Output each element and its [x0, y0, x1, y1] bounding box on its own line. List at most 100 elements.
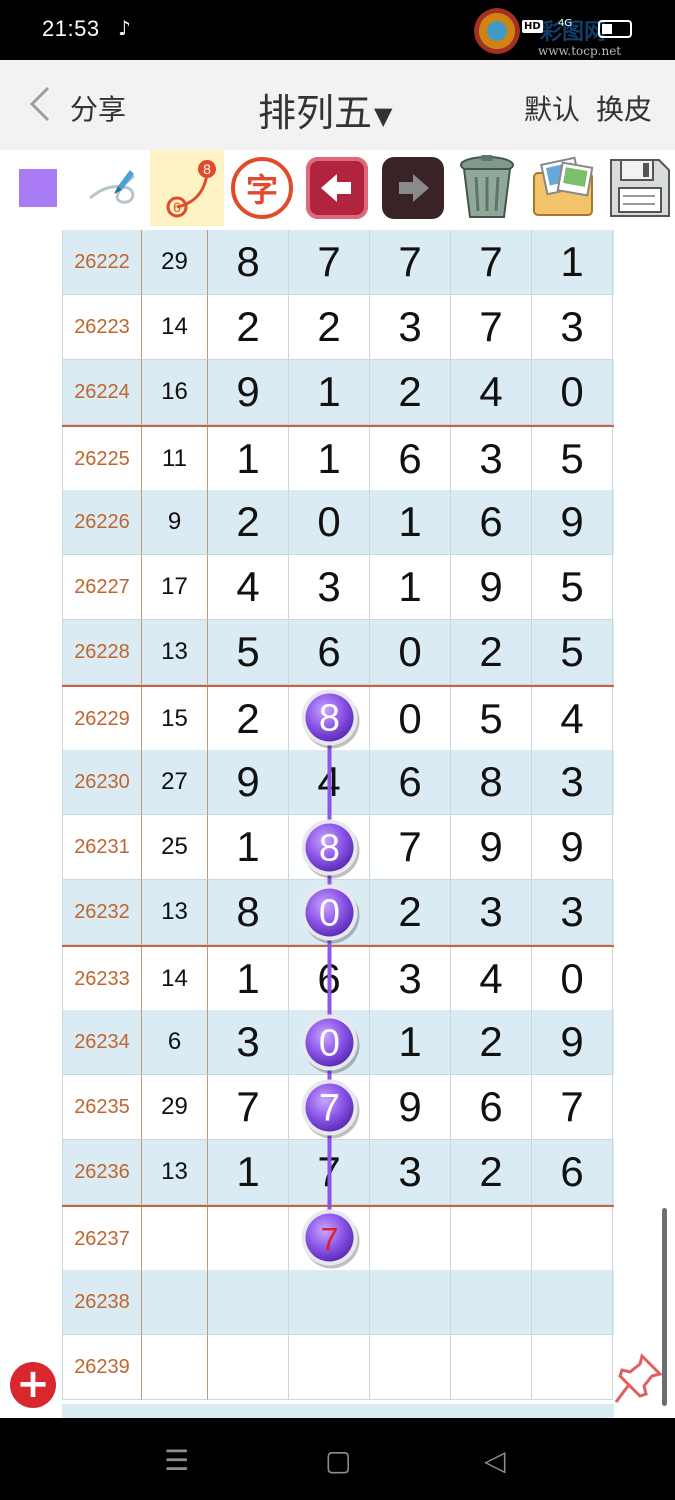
digit-cell[interactable]: 3 — [532, 880, 613, 945]
digit-cell[interactable] — [208, 1270, 289, 1335]
digit-cell[interactable]: 6 — [370, 750, 451, 815]
digit-cell[interactable]: 7 — [370, 815, 451, 880]
digit-cell[interactable]: 6 — [451, 1075, 532, 1140]
digit-cell[interactable]: 4 — [451, 360, 532, 425]
digit-cell[interactable]: 2 — [451, 620, 532, 685]
table-row[interactable]: 262291528054 — [62, 685, 614, 752]
default-button[interactable]: 默认 — [524, 88, 580, 128]
digit-cell[interactable]: 0 — [289, 490, 370, 555]
digit-cell[interactable]: 8 — [208, 230, 289, 295]
digit-cell[interactable]: 2 — [289, 295, 370, 360]
table-row[interactable]: 26222 29 8 7 7 7 1 — [62, 230, 614, 295]
digit-cell[interactable]: 0 — [532, 360, 613, 425]
screenshot-button[interactable] — [526, 150, 600, 226]
back-chevron-icon[interactable] — [24, 84, 58, 124]
digit-cell[interactable]: 7 — [451, 295, 532, 360]
table-row[interactable]: 26228 13 5 6 0 2 5 — [62, 620, 614, 685]
digit-cell[interactable]: 0 — [289, 1010, 370, 1075]
table-row[interactable]: 26238 — [62, 1270, 614, 1335]
digit-cell[interactable]: 5 — [532, 555, 613, 620]
table-row[interactable]: 26227 17 4 3 1 9 5 — [62, 555, 614, 620]
digit-cell[interactable]: 7 — [451, 230, 532, 295]
text-tool-button[interactable]: 字 — [226, 150, 298, 226]
clear-button[interactable] — [450, 150, 524, 226]
digit-cell[interactable]: 9 — [532, 490, 613, 555]
table-row[interactable]: 26225 11 1 1 6 3 5 — [62, 425, 614, 492]
table-row[interactable]: 26234630129 — [62, 1010, 614, 1075]
scrollbar[interactable] — [662, 1208, 667, 1406]
digit-cell[interactable]: 1 — [532, 230, 613, 295]
digit-cell[interactable]: 0 — [532, 947, 613, 1012]
digit-cell[interactable]: 2 — [370, 360, 451, 425]
digit-cell[interactable]: 9 — [370, 1075, 451, 1140]
digit-cell[interactable] — [532, 1335, 613, 1400]
digit-cell[interactable]: 9 — [451, 815, 532, 880]
digit-cell[interactable]: 2 — [451, 1140, 532, 1205]
table-row[interactable]: 26223 14 2 2 3 7 3 — [62, 295, 614, 360]
table-row[interactable]: 262312518799 — [62, 815, 614, 880]
digit-cell[interactable]: 8 — [451, 750, 532, 815]
digit-cell[interactable] — [451, 1270, 532, 1335]
digit-cell[interactable]: 9 — [532, 815, 613, 880]
digit-cell[interactable]: 1 — [208, 427, 289, 492]
digit-cell[interactable]: 3 — [532, 750, 613, 815]
digit-cell[interactable] — [208, 1207, 289, 1272]
digit-cell[interactable]: 9 — [208, 360, 289, 425]
table-row[interactable]: 26226 9 2 0 1 6 9 — [62, 490, 614, 555]
digit-cell[interactable]: 5 — [208, 620, 289, 685]
digit-cell[interactable]: 7 — [289, 230, 370, 295]
digit-cell[interactable] — [289, 1270, 370, 1335]
digit-cell[interactable]: 4 — [451, 947, 532, 1012]
digit-cell[interactable]: 1 — [289, 360, 370, 425]
home-icon[interactable]: ▢ — [325, 1444, 351, 1477]
digit-cell[interactable]: 2 — [208, 490, 289, 555]
back-triangle-icon[interactable]: ◁ — [484, 1444, 506, 1477]
pen-tool-button[interactable] — [78, 150, 150, 226]
digit-cell[interactable] — [532, 1207, 613, 1272]
digit-cell[interactable]: 8 — [289, 687, 370, 752]
digit-cell[interactable]: 1 — [208, 947, 289, 1012]
digit-cell[interactable]: 3 — [451, 880, 532, 945]
digit-cell[interactable]: 5 — [451, 687, 532, 752]
lottery-selector[interactable]: 排列五▼ — [258, 82, 392, 137]
digit-cell[interactable] — [532, 1270, 613, 1335]
pin-icon[interactable] — [612, 1352, 664, 1406]
digit-cell[interactable] — [370, 1270, 451, 1335]
digit-cell[interactable]: 4 — [532, 687, 613, 752]
digit-cell[interactable] — [289, 1207, 370, 1272]
table-row[interactable]: 26230 27 9 4 6 8 3 — [62, 750, 614, 815]
redo-button[interactable] — [378, 150, 448, 226]
digit-cell[interactable]: 5 — [532, 620, 613, 685]
digit-cell[interactable]: 8 — [289, 815, 370, 880]
digit-cell[interactable]: 1 — [208, 1140, 289, 1205]
digit-cell[interactable]: 1 — [370, 555, 451, 620]
digit-cell[interactable]: 3 — [370, 1140, 451, 1205]
digit-cell[interactable]: 3 — [208, 1010, 289, 1075]
digit-cell[interactable] — [370, 1207, 451, 1272]
digit-cell[interactable]: 3 — [451, 427, 532, 492]
digit-cell[interactable]: 3 — [370, 947, 451, 1012]
digit-cell[interactable]: 4 — [208, 555, 289, 620]
digit-cell[interactable]: 1 — [370, 1010, 451, 1075]
table-row[interactable]: 26237 — [62, 1205, 614, 1272]
path-tool-button[interactable]: 8 6 — [150, 150, 224, 226]
table-row[interactable]: 262352977967 — [62, 1075, 614, 1140]
digit-cell[interactable]: 2 — [370, 880, 451, 945]
share-button[interactable]: 分享 — [70, 88, 126, 128]
digit-cell[interactable] — [208, 1335, 289, 1400]
digit-cell[interactable]: 6 — [532, 1140, 613, 1205]
digit-cell[interactable] — [451, 1335, 532, 1400]
add-plus-icon[interactable]: + — [10, 1362, 56, 1408]
digit-cell[interactable]: 6 — [289, 947, 370, 1012]
digit-cell[interactable]: 0 — [370, 620, 451, 685]
change-skin-button[interactable]: 换皮 — [596, 88, 652, 128]
digit-cell[interactable]: 4 — [289, 750, 370, 815]
digit-cell[interactable]: 9 — [208, 750, 289, 815]
digit-cell[interactable]: 0 — [289, 880, 370, 945]
save-button[interactable] — [602, 150, 675, 226]
digit-cell[interactable]: 5 — [532, 427, 613, 492]
digit-cell[interactable]: 3 — [370, 295, 451, 360]
digit-cell[interactable]: 3 — [532, 295, 613, 360]
table-row[interactable]: 26233 14 1 6 3 4 0 — [62, 945, 614, 1012]
digit-cell[interactable]: 7 — [370, 230, 451, 295]
